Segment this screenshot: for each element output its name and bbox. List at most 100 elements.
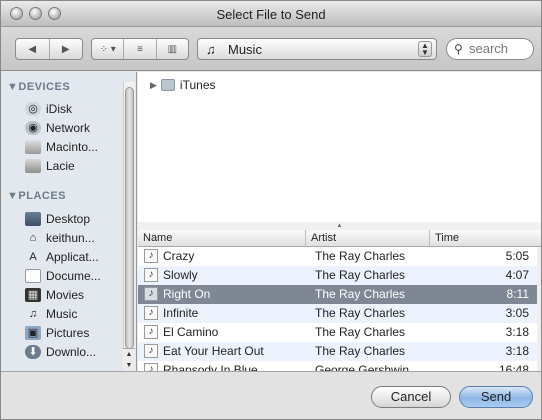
sidebar-item-home[interactable]: ⌂ keithun... <box>25 229 95 246</box>
row-name: Eat Your Heart Out <box>163 344 264 358</box>
column-header-name[interactable]: Name <box>138 230 306 247</box>
row-time: 16:48 <box>498 363 529 371</box>
table-row[interactable]: ♪ El Camino The Ray Charles 3:18 <box>138 323 541 342</box>
sidebar-item-label: Docume... <box>46 268 101 283</box>
row-time: 3:18 <box>505 325 529 339</box>
devices-header: ▼DEVICES <box>7 81 71 93</box>
disclosure-triangle-icon[interactable]: ▶ <box>150 80 157 91</box>
back-button[interactable]: ◀ <box>16 39 50 59</box>
sidebar-scroll-arrows[interactable]: ▲ ▼ <box>123 348 135 372</box>
sidebar-item-label: Music <box>46 306 78 321</box>
sidebar-item-network[interactable]: ◉ Network <box>25 119 90 136</box>
location-popup[interactable]: ♫ Music ▲ ▼ <box>197 38 437 60</box>
list-view-button[interactable]: ≡ <box>124 39 157 59</box>
folder-label: iTunes <box>179 78 216 92</box>
folder-row-itunes[interactable]: ▶ iTunes <box>138 76 216 94</box>
window-title: Select File to Send <box>216 7 326 22</box>
places-header: ▼PLACES <box>7 190 67 202</box>
table-row-selected[interactable]: ♪ Right On The Ray Charles 8:11 <box>138 285 541 304</box>
column-browser: ▶ iTunes <box>138 72 541 230</box>
column-header-artist[interactable]: Artist <box>306 230 430 247</box>
sidebar-item-label: Macinto... <box>46 139 99 154</box>
sidebar-item-movies[interactable]: ▦ Movies <box>25 286 84 303</box>
popup-arrows-icon: ▲ ▼ <box>418 41 432 57</box>
sidebar-item-documents[interactable]: Docume... <box>25 267 101 284</box>
table-row[interactable]: ♪ Infinite The Ray Charles 3:05 <box>138 304 541 323</box>
row-name: Infinite <box>163 306 199 320</box>
sidebar-item-macintosh[interactable]: Macinto... <box>25 138 98 155</box>
row-name: Rhapsody In Blue <box>163 363 258 371</box>
row-artist: George Gershwin <box>315 363 410 371</box>
dialog-footer: Cancel Send <box>1 371 541 419</box>
sidebar-item-pictures[interactable]: ▣ Pictures <box>25 324 89 341</box>
search-field[interactable]: ⚲ <box>446 38 534 60</box>
column-view-button[interactable]: ▥ <box>157 39 188 59</box>
sidebar-item-label: Desktop <box>46 211 91 226</box>
network-icon: ◉ <box>25 120 41 135</box>
table-row[interactable]: ♪ Crazy The Ray Charles 5:05 <box>138 247 541 266</box>
sidebar-item-label: Lacie <box>46 158 75 173</box>
sidebar-item-downloads[interactable]: ⬇ Downlo... <box>25 343 96 360</box>
downloads-icon: ⬇ <box>25 344 41 359</box>
sidebar-item-label: Downlo... <box>46 344 97 359</box>
cancel-button[interactable]: Cancel <box>371 386 451 408</box>
row-time: 8:11 <box>506 287 529 301</box>
audio-file-icon: ♪ <box>144 287 158 301</box>
table-row[interactable]: ♪ Eat Your Heart Out The Ray Charles 3:1… <box>138 342 541 361</box>
search-input[interactable] <box>469 41 531 56</box>
idisk-icon: ◎ <box>25 101 41 116</box>
row-artist: The Ray Charles <box>315 268 406 282</box>
audio-file-icon: ♪ <box>144 344 158 358</box>
itunes-folder-icon <box>160 79 175 91</box>
table-header: Name Artist Time <box>138 230 541 247</box>
sidebar-item-label: keithun... <box>46 230 95 245</box>
audio-file-icon: ♪ <box>144 268 158 282</box>
file-dialog-window: Select File to Send ◀ ▶ ⁘ ▾ ≡ ▥ ♫ Music … <box>0 0 542 420</box>
desktop-icon <box>25 211 41 226</box>
row-artist: The Ray Charles <box>315 306 406 320</box>
toolbar: ◀ ▶ ⁘ ▾ ≡ ▥ ♫ Music ▲ ▼ ⚲ <box>1 27 541 71</box>
forward-button[interactable]: ▶ <box>50 39 83 59</box>
row-time: 3:05 <box>505 306 529 320</box>
nav-buttons: ◀ ▶ <box>15 38 83 60</box>
split-view-handle[interactable]: ▲ <box>138 222 541 230</box>
home-icon: ⌂ <box>29 231 37 244</box>
external-disk-icon <box>25 158 41 173</box>
music-folder-icon: ♫ <box>206 42 216 57</box>
icon-view-button[interactable]: ⁘ ▾ <box>92 39 125 59</box>
sidebar: ▼DEVICES ◎ iDisk ◉ Network Macinto... La… <box>1 72 137 382</box>
sidebar-scroll-thumb[interactable] <box>125 87 134 349</box>
file-list: ♪ Crazy The Ray Charles 5:05 ♪ Slowly Th… <box>138 247 541 371</box>
sidebar-item-label: Pictures <box>46 325 90 340</box>
column-header-time[interactable]: Time <box>430 230 541 247</box>
sidebar-item-label: Movies <box>46 287 85 302</box>
sidebar-item-label: Applicat... <box>46 249 99 264</box>
audio-file-icon: ♪ <box>144 306 158 320</box>
file-list-scrollbar[interactable] <box>537 247 541 371</box>
audio-file-icon: ♪ <box>144 249 158 263</box>
row-name: Right On <box>163 287 211 301</box>
send-button[interactable]: Send <box>459 386 533 408</box>
sidebar-item-desktop[interactable]: Desktop <box>25 210 90 227</box>
audio-file-icon: ♪ <box>144 363 158 371</box>
row-time: 5:05 <box>505 249 529 263</box>
sidebar-item-lacie[interactable]: Lacie <box>25 157 75 174</box>
view-mode-buttons: ⁘ ▾ ≡ ▥ <box>91 38 189 60</box>
row-artist: The Ray Charles <box>315 325 406 339</box>
table-row[interactable]: ♪ Rhapsody In Blue George Gershwin 16:48 <box>138 361 541 371</box>
documents-icon <box>25 268 41 283</box>
sidebar-item-music[interactable]: ♫ Music <box>25 305 77 322</box>
hard-disk-icon <box>25 139 41 154</box>
row-time: 4:07 <box>505 268 529 282</box>
row-name: Slowly <box>163 268 198 282</box>
row-time: 3:18 <box>505 344 529 358</box>
table-row[interactable]: ♪ Slowly The Ray Charles 4:07 <box>138 266 541 285</box>
location-label: Music <box>228 42 262 57</box>
row-artist: The Ray Charles <box>315 344 406 358</box>
sidebar-item-applications[interactable]: A Applicat... <box>25 248 99 265</box>
audio-file-icon: ♪ <box>144 325 158 339</box>
sidebar-item-idisk[interactable]: ◎ iDisk <box>25 100 72 117</box>
music-icon: ♫ <box>28 307 38 320</box>
applications-icon: A <box>29 250 37 263</box>
row-artist: The Ray Charles <box>315 249 406 263</box>
